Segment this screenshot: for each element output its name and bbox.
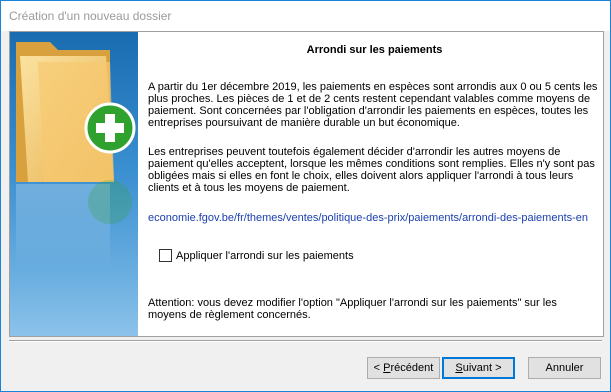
info-paragraph-1: A partir du 1er décembre 2019, les paiem… bbox=[148, 81, 598, 129]
info-paragraph-2: Les entreprises peuvent toutefois égalem… bbox=[148, 146, 595, 194]
window-title: Création d'un nouveau dossier bbox=[9, 9, 172, 23]
info-link[interactable]: economie.fgov.be/fr/themes/ventes/politi… bbox=[148, 212, 588, 224]
next-button[interactable]: Suivant > bbox=[442, 357, 515, 379]
side-panel-banner bbox=[10, 32, 138, 336]
cancel-label: Annuler bbox=[545, 362, 584, 374]
folder-add-icon bbox=[16, 42, 136, 272]
footer-divider bbox=[9, 340, 602, 342]
wizard-window: Création d'un nouveau dossier Arrondi su… bbox=[0, 0, 611, 392]
attention-note: Attention: vous devez modifier l'option … bbox=[148, 297, 557, 321]
previous-button[interactable]: < Précédent bbox=[367, 357, 440, 379]
next-label: uivant > bbox=[462, 362, 502, 374]
wizard-content: Arrondi sur les paiements A partir du 1e… bbox=[9, 31, 604, 337]
apply-rounding-checkbox[interactable] bbox=[159, 249, 172, 262]
apply-rounding-label[interactable]: Appliquer l'arrondi sur les paiements bbox=[176, 250, 354, 262]
previous-label: récédent bbox=[390, 362, 434, 374]
page-heading: Arrondi sur les paiements bbox=[306, 44, 443, 56]
title-bar: Création d'un nouveau dossier bbox=[1, 1, 610, 31]
cancel-button[interactable]: Annuler bbox=[528, 357, 601, 379]
apply-rounding-option[interactable]: Appliquer l'arrondi sur les paiements bbox=[159, 249, 354, 262]
previous-mnemonic: P bbox=[383, 362, 391, 374]
previous-prefix: < bbox=[373, 362, 384, 374]
next-mnemonic: S bbox=[455, 362, 463, 374]
